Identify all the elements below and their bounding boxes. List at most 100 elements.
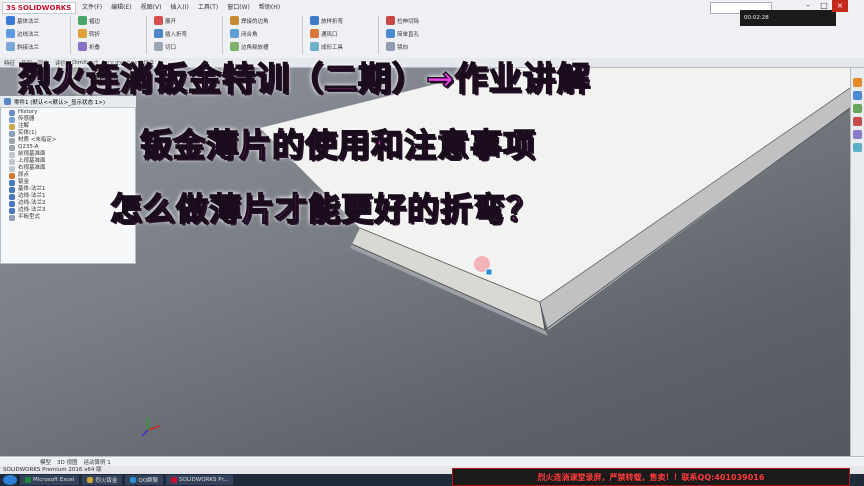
tree-node-icon — [9, 158, 15, 165]
closed-corner-icon — [230, 29, 239, 38]
tab-3d-view[interactable]: 3D 视图 — [57, 458, 77, 466]
custom-properties-icon[interactable] — [853, 143, 862, 152]
fold-icon — [78, 42, 87, 51]
ribbon-item[interactable]: 闭合角 — [230, 28, 269, 39]
taskbar-app[interactable]: QQ群聊 — [125, 475, 164, 485]
ribbon-item[interactable]: 通风口 — [310, 28, 343, 39]
tree-node-icon — [9, 172, 15, 179]
tree-item-label: 传感器 — [18, 116, 35, 122]
maximize-icon[interactable]: □ — [816, 0, 832, 12]
ribbon: 3S SOLIDWORKS 文件(F) 编辑(E) 视图(V) 插入(I) 工具(… — [0, 0, 864, 59]
ribbon-separator — [222, 16, 223, 54]
tree-node-icon — [9, 116, 15, 123]
tree-item-label: 材质 <未指定> — [18, 137, 57, 143]
tree-node-icon — [9, 207, 15, 214]
tree-node-icon — [9, 130, 15, 137]
tree-item-label: 前视基准面 — [18, 151, 46, 157]
ribbon-item[interactable]: 插入折弯 — [154, 28, 187, 39]
axis-z-icon — [141, 429, 149, 437]
tree-item[interactable]: 右视基准面 — [1, 165, 135, 172]
lofted-bend-icon — [310, 16, 319, 25]
ribbon-item[interactable]: 褶边 — [78, 15, 100, 26]
excel-icon — [25, 477, 31, 483]
tree-item[interactable]: 传感器 — [1, 116, 135, 123]
ribbon-item[interactable]: 切口 — [154, 41, 187, 52]
ribbon-item[interactable]: 焊接的边角 — [230, 15, 269, 26]
tree-item-label: 上视基准面 — [18, 158, 46, 164]
ribbon-item[interactable]: 转折 — [78, 28, 100, 39]
tree-item-label: 钣金 — [18, 179, 30, 185]
tree-item[interactable]: 注解 — [1, 123, 135, 130]
start-button[interactable] — [3, 475, 17, 485]
tab-model[interactable]: 模型 — [40, 458, 51, 466]
tree-item[interactable]: Q235-A — [1, 144, 135, 151]
ribbon-item[interactable]: 边线法兰 — [6, 28, 39, 39]
ribbon-item[interactable]: 基体法兰 — [6, 15, 39, 26]
ribbon-group-1: 基体法兰 边线法兰 斜接法兰 — [6, 15, 39, 55]
menu-tools[interactable]: 工具(T) — [198, 2, 218, 11]
library-icon[interactable] — [853, 91, 862, 100]
menu-edit[interactable]: 编辑(E) — [111, 2, 131, 11]
feature-manager-tree: History 传感器 注解 实体(1) 材质 <未指定> Q235-A 前视基准面 上视基准… — [0, 96, 136, 264]
menu-view[interactable]: 视图(V) — [141, 2, 162, 11]
tab-motion-study[interactable]: 运动算例 1 — [84, 458, 111, 466]
ribbon-group-3: 展开 插入折弯 切口 — [154, 15, 187, 55]
extruded-cut-icon — [386, 16, 395, 25]
home-icon[interactable] — [853, 78, 862, 87]
ribbon-item[interactable]: 展开 — [154, 15, 187, 26]
menu-window[interactable]: 窗口(W) — [227, 2, 250, 11]
tree-item[interactable]: 实体(1) — [1, 130, 135, 137]
unfold-icon — [154, 16, 163, 25]
tree-node-icon — [9, 144, 15, 151]
ribbon-item[interactable]: 边角释放槽 — [230, 41, 269, 52]
tree-item-label: 边线-法兰1 — [18, 193, 46, 199]
tree-node-icon — [9, 200, 15, 207]
tree-item[interactable]: History — [1, 109, 135, 116]
overlay-title-line1: 烈火连淌钣金特训（二期）→作业讲解 — [17, 58, 591, 98]
corner-relief-icon — [230, 42, 239, 51]
ribbon-item[interactable]: 拉伸切除 — [386, 15, 419, 26]
mirror-icon — [386, 42, 395, 51]
taskbar-app[interactable]: Microsoft Excel — [20, 475, 80, 485]
taskbar-app[interactable]: 烈火钣金 — [82, 475, 123, 485]
minimize-icon[interactable]: – — [800, 0, 816, 12]
ribbon-item[interactable]: 放样折弯 — [310, 15, 343, 26]
tree-item-label: Q235-A — [18, 144, 39, 150]
close-icon[interactable]: × — [832, 0, 848, 12]
view-palette-icon[interactable] — [853, 117, 862, 126]
qq-icon — [130, 477, 137, 483]
ribbon-group-2: 褶边 转折 折叠 — [78, 15, 100, 55]
ribbon-item[interactable]: 斜接法兰 — [6, 41, 39, 52]
menu-help[interactable]: 帮助(H) — [259, 2, 280, 11]
ribbon-item[interactable]: 折叠 — [78, 41, 100, 52]
record-timer-text: 00:02:28 — [744, 15, 769, 21]
taskbar-app[interactable]: SOLIDWORKS Pr... — [166, 475, 234, 485]
jog-icon — [78, 29, 87, 38]
ribbon-separator — [378, 16, 379, 54]
ribbon-separator — [302, 16, 303, 54]
solidworks-logo[interactable]: 3S SOLIDWORKS — [2, 2, 76, 14]
tree-item-label: 右视基准面 — [18, 165, 46, 171]
file-explorer-icon[interactable] — [853, 104, 862, 113]
ribbon-item[interactable]: 镜向 — [386, 41, 419, 52]
menu-insert[interactable]: 插入(I) — [170, 2, 188, 11]
miter-flange-icon — [6, 42, 15, 51]
tab-features[interactable]: 特征 — [4, 59, 15, 67]
ribbon-separator — [146, 16, 147, 54]
appearances-icon[interactable] — [853, 130, 862, 139]
ribbon-item[interactable]: 成形工具 — [310, 41, 343, 52]
tree-item-label: 基体-法兰1 — [18, 186, 46, 192]
tree-item-label: 边线-法兰2 — [18, 200, 46, 206]
tree-node-icon — [9, 193, 15, 200]
tree-node-icon — [9, 179, 15, 186]
tree-item[interactable]: 上视基准面 — [1, 158, 135, 165]
model-tabs: 模型 3D 视图 运动算例 1 — [0, 456, 864, 466]
forming-tool-icon — [310, 42, 319, 51]
tree-item[interactable]: 前视基准面 — [1, 151, 135, 158]
tree-item[interactable]: 原点 — [1, 172, 135, 179]
overlay-title-line2: 钣金薄片的使用和注意事项 — [139, 125, 537, 164]
hem-icon — [78, 16, 87, 25]
ribbon-item[interactable]: 简单直孔 — [386, 28, 419, 39]
menu-file[interactable]: 文件(F) — [82, 2, 102, 11]
tree-item[interactable]: 材质 <未指定> — [1, 137, 135, 144]
